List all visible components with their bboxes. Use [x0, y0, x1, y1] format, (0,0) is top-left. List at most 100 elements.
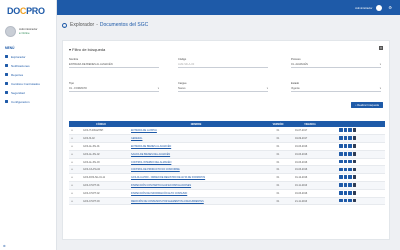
user-status: ● Online [19, 31, 30, 35]
download-icon[interactable] [348, 136, 352, 140]
history-icon[interactable] [352, 175, 356, 179]
table-row[interactable]: ▭ GCS-IS-02 GENERAL 01 04-09-2017 [69, 134, 385, 144]
breadcrumb: ← Explorador - Documentos del SGC [57, 15, 400, 35]
table-row[interactable]: ▭ GCS-AL-PG-02 SALIDA DE BIENES DEL ALMACÉ… [69, 150, 385, 159]
logo[interactable]: DO C PRO [0, 0, 56, 22]
edit-icon[interactable] [343, 144, 347, 148]
row-date: 16-03-2016 [291, 158, 329, 167]
sidebar-item-seguridad[interactable]: Seguridad [0, 88, 56, 97]
view-icon[interactable] [339, 175, 343, 179]
download-icon[interactable] [348, 191, 352, 195]
row-name-link[interactable]: GENERAL [127, 134, 265, 144]
row-name-link[interactable]: MEDICIÓN DE CONSUMOS POR ELEMENTOS A REC… [127, 197, 265, 206]
table-row[interactable]: ▭ GCS-AL-PG-03 CONTROL INTERNO DEL ALMACÉN… [69, 158, 385, 167]
row-actions [329, 127, 385, 136]
avatar[interactable] [5, 25, 16, 37]
estado-select[interactable]: Vigente ▾ [291, 86, 381, 92]
edit-icon[interactable] [343, 198, 347, 203]
row-date: 16-03-2016 [291, 142, 329, 151]
back-icon[interactable]: ← [62, 22, 67, 28]
view-icon[interactable] [339, 198, 343, 203]
proceso-select[interactable]: 01- ALMACÉN ▾ [291, 62, 381, 68]
row-name-link[interactable]: CONTROL INTERNO DEL ALMACÉN [127, 158, 265, 167]
history-icon[interactable] [352, 191, 356, 195]
table-row[interactable]: ▭ GCS-IT-009-EHSH ENTRADA DE LA BPCA 01 01-0… [69, 127, 385, 136]
nombre-input[interactable]: ENTRADA DE BIENES AL ALMACÉN [69, 62, 159, 68]
user-avatar-icon[interactable] [376, 4, 383, 11]
edit-icon[interactable] [343, 128, 347, 132]
edit-icon[interactable] [343, 175, 347, 179]
download-icon[interactable] [348, 152, 352, 156]
view-icon[interactable] [339, 183, 343, 187]
download-icon[interactable] [348, 128, 352, 132]
history-icon[interactable] [352, 167, 356, 172]
row-code: GCS-AL-PG-03 [75, 158, 127, 167]
history-icon[interactable] [352, 159, 356, 164]
sidebar-item-configuracion[interactable]: Configuración [0, 97, 56, 106]
view-icon[interactable] [339, 128, 343, 132]
row-name-link[interactable]: SALIDA DE BIENES DEL ALMACÉN [127, 150, 265, 159]
edit-icon[interactable] [343, 136, 347, 140]
edit-icon[interactable] [343, 167, 347, 172]
download-icon[interactable] [348, 167, 352, 172]
row-version: 01 [265, 150, 291, 159]
row-actions [329, 197, 385, 206]
download-icon[interactable] [348, 144, 352, 148]
search-button[interactable]: ⌕ Realizar búsqueda [351, 102, 383, 108]
chevron-down-icon: ▾ [157, 87, 159, 90]
row-name-link[interactable]: INSPECCIÓN DE INFORMACIÓN ALTO CONSUMO [127, 189, 265, 198]
view-icon[interactable] [339, 152, 343, 156]
sidebar-item-explorador[interactable]: Explorador [0, 52, 56, 61]
table-row[interactable]: ▭ GCS-CA-PG-02 CONTROL DE PRODUCTO NO CONF… [69, 165, 385, 175]
edit-icon[interactable] [343, 191, 347, 195]
sidebar-item-notificaciones[interactable]: Notificaciones [0, 61, 56, 70]
row-name-link[interactable]: ENTRADA DE BIENES AL ALMACÉN [127, 142, 265, 151]
row-actions [329, 134, 385, 144]
row-actions [329, 181, 385, 190]
download-icon[interactable] [348, 159, 352, 164]
download-icon[interactable] [348, 175, 352, 179]
breadcrumb-parent[interactable]: Explorador [70, 22, 94, 28]
table-row[interactable]: ▭ GCS-AL-PG-01 ENTRADA DE BIENES AL ALMACÉ… [69, 142, 385, 151]
view-icon[interactable] [339, 167, 343, 172]
edit-icon[interactable] [343, 159, 347, 164]
view-icon[interactable] [339, 144, 343, 148]
sidebar-item-cambios[interactable]: Cambios Controlados [0, 79, 56, 88]
table-row[interactable]: ▭ GCS-CH-PT-03 MEDICIÓN DE CONSUMOS POR EL… [69, 197, 385, 206]
download-icon[interactable] [348, 198, 352, 203]
tipo-select[interactable]: 01 - FORMATO ▾ [69, 86, 159, 92]
row-name-link[interactable]: INSPECCIÓN CON PARTICULAR EN INSTALACION… [127, 181, 265, 190]
history-icon[interactable] [352, 183, 356, 187]
edit-icon[interactable] [343, 152, 347, 156]
download-icon[interactable] [348, 183, 352, 187]
filter-title: ▾ Filtro de búsqueda [69, 47, 106, 52]
topbar: Administrador ⚙ [57, 0, 400, 15]
row-actions [329, 165, 385, 175]
view-icon[interactable] [339, 191, 343, 195]
history-icon[interactable] [352, 198, 356, 203]
row-version: 01 [265, 158, 291, 167]
view-icon[interactable] [339, 136, 343, 140]
sidebar-item-reportes[interactable]: Reportes [0, 70, 56, 79]
gear-icon[interactable]: ⚙ [388, 5, 392, 10]
edit-icon[interactable] [343, 183, 347, 187]
table-row[interactable]: ▭ GCS-CH-PT-01 INSPECCIÓN CON PARTICULAR E… [69, 181, 385, 190]
row-name-link[interactable]: GCS-01-IA-PRO - ORDEN DE REGISTRO DE ACT… [127, 173, 265, 183]
view-icon[interactable] [339, 159, 343, 164]
history-icon[interactable] [352, 136, 356, 140]
row-date: 21-11-2016 [291, 197, 329, 206]
row-name-link[interactable]: ENTRADA DE LA BPCA [127, 127, 265, 136]
sidebar-item-label: Explorador [11, 54, 26, 59]
codigo-input[interactable]: ALM-SD-A-00 [178, 62, 268, 68]
row-code: GCS-CA-PG-02 [75, 165, 127, 175]
history-icon[interactable] [352, 144, 356, 148]
collapse-icon[interactable]: ▾ [379, 46, 383, 50]
cargue-select[interactable]: Nuevo ▾ [178, 86, 268, 92]
table-row[interactable]: ▭ GCS-DOS-SG-01-11 GCS-01-IA-PRO - ORDEN D… [69, 173, 385, 183]
history-icon[interactable] [352, 128, 356, 132]
table-row[interactable]: ▭ GCS-CH-PT-02 INSPECCIÓN DE INFORMACIÓN A… [69, 189, 385, 198]
settings-icon[interactable]: ⚙ [3, 244, 6, 248]
row-name-link[interactable]: CONTROL DE PRODUCTO NO CONFORME [127, 165, 265, 175]
tipo-field: Tipo 01 - FORMATO ▾ [69, 82, 159, 92]
history-icon[interactable] [352, 152, 356, 156]
